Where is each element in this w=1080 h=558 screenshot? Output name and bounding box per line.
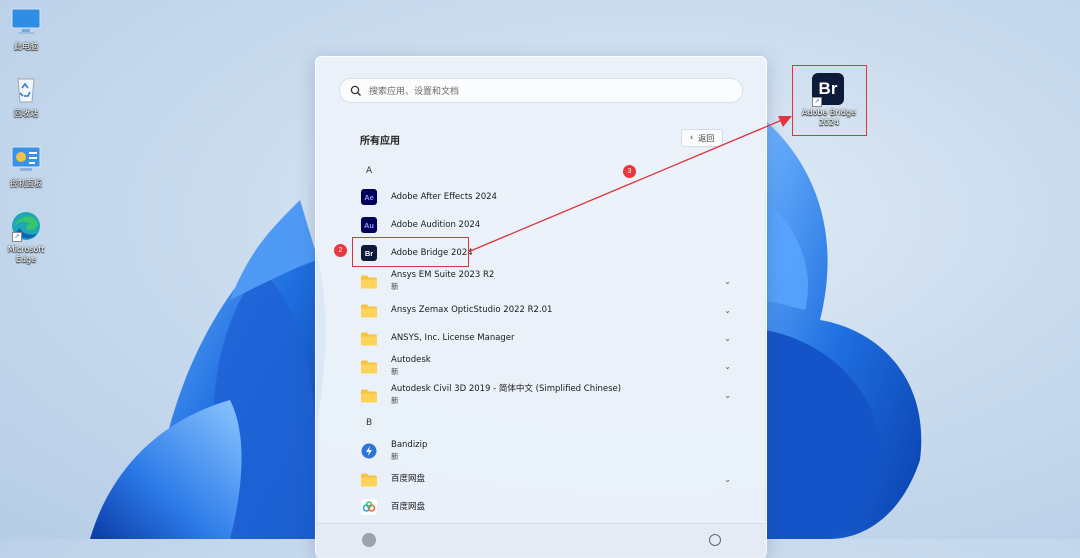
power-icon[interactable] [709, 534, 721, 546]
app-name: 百度网盘 [391, 473, 426, 484]
app-item-autodesk-civil[interactable]: Autodesk Civil 3D 2019 - 简体中文 (Simplifie… [356, 383, 731, 407]
bandizip-icon [361, 443, 377, 459]
app-name: Bandizip [391, 440, 428, 450]
app-item-bandizip[interactable]: Bandizip 新 [356, 439, 731, 463]
app-item-baidu-folder[interactable]: 百度网盘 ⌄ [356, 467, 731, 491]
chevron-down-icon[interactable]: ⌄ [724, 362, 731, 371]
desktop-icon-label: 控制面板 [10, 179, 42, 188]
app-item-autodesk[interactable]: Autodesk 新 ⌄ [356, 354, 731, 378]
bridge-desktop-label[interactable]: Adobe Bridge 2024 [796, 108, 862, 128]
new-badge: 新 [391, 396, 399, 405]
new-badge: 新 [391, 452, 399, 461]
search-box[interactable]: 搜索应用、设置和文档 [339, 78, 743, 103]
desktop-icon-label: Microsoft Edge [7, 245, 45, 264]
computer-icon [10, 7, 42, 39]
desktop-icon-control-panel[interactable]: 控制面板 [0, 144, 52, 189]
audition-icon: Au [361, 217, 377, 233]
shortcut-arrow-icon: ↗ [812, 97, 822, 107]
back-button[interactable]: ‹ 返回 [681, 129, 723, 147]
folder-icon [361, 473, 377, 487]
desktop-icon-edge[interactable]: ↗ Microsoft Edge [0, 210, 52, 265]
app-item-ansys-license[interactable]: ANSYS, Inc. License Manager ⌄ [356, 326, 731, 350]
folder-icon [361, 275, 377, 289]
folder-icon [361, 389, 377, 403]
app-item-after-effects[interactable]: Ae Adobe After Effects 2024 [356, 185, 731, 209]
app-name: Ansys EM Suite 2023 R2 [391, 270, 495, 280]
chevron-down-icon[interactable]: ⌄ [724, 306, 731, 315]
chevron-down-icon[interactable]: ⌄ [724, 475, 731, 484]
app-name: ANSYS, Inc. License Manager [391, 332, 515, 343]
control-panel-icon [10, 144, 42, 176]
menu-footer [316, 523, 766, 558]
new-badge: 新 [391, 282, 399, 291]
app-item-ansys-em[interactable]: Ansys EM Suite 2023 R2 新 ⌄ [356, 269, 731, 293]
section-letter-a[interactable]: A [366, 166, 372, 176]
desktop-icon-recycle-bin[interactable]: 回收站 [0, 74, 52, 119]
user-avatar[interactable] [362, 533, 376, 547]
new-badge: 新 [391, 367, 399, 376]
app-item-baidu-netdisk[interactable]: 百度网盘 [356, 495, 731, 519]
search-placeholder: 搜索应用、设置和文档 [369, 87, 460, 97]
app-name: Autodesk Civil 3D 2019 - 简体中文 (Simplifie… [391, 384, 622, 394]
recycle-bin-icon [10, 74, 42, 106]
step-badge-3: 3 [623, 165, 636, 178]
step-badge-2: 2 [334, 244, 347, 257]
app-name: Adobe Audition 2024 [391, 219, 481, 230]
chevron-left-icon: ‹ [689, 133, 694, 143]
desktop-icon-label: 此电脑 [14, 42, 38, 51]
folder-icon [361, 304, 377, 318]
chevron-down-icon[interactable]: ⌄ [724, 277, 731, 286]
chevron-down-icon[interactable]: ⌄ [724, 391, 731, 400]
baidu-netdisk-icon [361, 499, 377, 515]
section-letter-b[interactable]: B [366, 418, 372, 428]
all-apps-title: 所有应用 [360, 136, 400, 147]
chevron-down-icon[interactable]: ⌄ [724, 334, 731, 343]
edge-icon: ↗ [10, 210, 42, 242]
app-item-audition[interactable]: Au Adobe Audition 2024 [356, 213, 731, 237]
folder-icon [361, 332, 377, 346]
start-menu: 搜索应用、设置和文档 所有应用 ‹ 返回 A Ae Adobe After Ef… [315, 56, 767, 558]
desktop-icon-this-pc[interactable]: 此电脑 [0, 7, 52, 52]
shortcut-arrow-icon: ↗ [12, 232, 22, 242]
app-name: Autodesk [391, 355, 431, 365]
desktop-icon-label: 回收站 [14, 109, 38, 118]
app-name: Ansys Zemax OpticStudio 2022 R2.01 [391, 304, 553, 315]
after-effects-icon: Ae [361, 189, 377, 205]
app-item-ansys-zemax[interactable]: Ansys Zemax OpticStudio 2022 R2.01 ⌄ [356, 298, 731, 322]
highlight-bridge-menu [352, 237, 469, 267]
app-name: 百度网盘 [391, 501, 426, 512]
app-name: Adobe After Effects 2024 [391, 191, 497, 202]
search-icon [350, 85, 361, 96]
back-label: 返回 [698, 133, 715, 143]
folder-icon [361, 360, 377, 374]
